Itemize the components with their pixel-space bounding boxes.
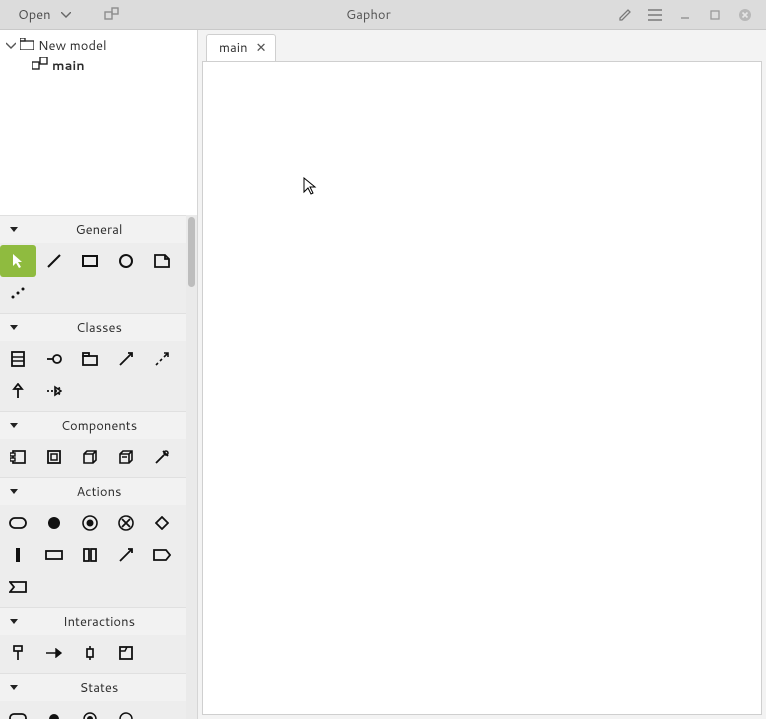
toolbox-section-components[interactable]: Components xyxy=(0,411,186,439)
section-label: General xyxy=(20,221,178,239)
section-label: States xyxy=(20,679,178,697)
expand-icon[interactable] xyxy=(6,37,16,55)
final-node-tool[interactable] xyxy=(72,507,108,539)
lifeline-tool[interactable] xyxy=(0,637,36,669)
diagram-icon xyxy=(32,57,48,76)
ellipse-tool[interactable] xyxy=(108,245,144,277)
package-tool[interactable] xyxy=(72,343,108,375)
generalization-tool[interactable] xyxy=(0,375,36,407)
section-label: Interactions xyxy=(20,613,178,631)
flow-final-tool[interactable] xyxy=(108,507,144,539)
box-tool[interactable] xyxy=(72,245,108,277)
state-tool[interactable] xyxy=(0,703,36,719)
header-bar: Open Gaphor xyxy=(0,0,766,30)
section-label: Classes xyxy=(20,319,178,337)
component-tool[interactable] xyxy=(0,441,36,473)
history-pseudostate-tool[interactable] xyxy=(108,703,144,719)
final-state-tool[interactable] xyxy=(72,703,108,719)
tab-label: main xyxy=(219,39,248,57)
toolbox-section-states[interactable]: States xyxy=(0,673,186,701)
dependency-tool[interactable] xyxy=(144,343,180,375)
object-node-tool[interactable] xyxy=(36,539,72,571)
toolbox-section-interactions[interactable]: Interactions xyxy=(0,607,186,635)
chevron-down-icon xyxy=(8,423,20,429)
toolbox-actions-tools xyxy=(0,505,186,607)
tree-root-label: New model xyxy=(38,37,107,55)
tab-main[interactable]: main ✕ xyxy=(206,34,276,61)
app-title: Gaphor xyxy=(127,6,610,24)
initial-node-tool[interactable] xyxy=(36,507,72,539)
minimize-button[interactable] xyxy=(670,3,700,27)
hamburger-menu-button[interactable] xyxy=(640,3,670,27)
chevron-down-icon xyxy=(8,325,20,331)
pointer-tool[interactable] xyxy=(0,245,36,277)
chevron-down-icon xyxy=(61,12,71,18)
chevron-down-icon xyxy=(8,227,20,233)
left-sidebar: New model main General xyxy=(0,30,198,719)
chevron-down-icon xyxy=(8,685,20,691)
interaction-tool[interactable] xyxy=(108,637,144,669)
chevron-down-icon xyxy=(8,489,20,495)
comment-tool[interactable] xyxy=(144,245,180,277)
toolbox-section-general[interactable]: General xyxy=(0,215,186,243)
decision-node-tool[interactable] xyxy=(144,507,180,539)
artifact-tool[interactable] xyxy=(36,441,72,473)
toolbox: General xyxy=(0,215,197,719)
class-tool[interactable] xyxy=(0,343,36,375)
comment-line-tool[interactable] xyxy=(0,277,36,309)
tree-root-row[interactable]: New model xyxy=(6,36,191,56)
scrollbar-thumb[interactable] xyxy=(188,217,195,287)
connector-tool[interactable] xyxy=(144,441,180,473)
association-tool[interactable] xyxy=(108,343,144,375)
toolbox-general-tools xyxy=(0,243,186,313)
toolbox-section-actions[interactable]: Actions xyxy=(0,477,186,505)
node-tool[interactable] xyxy=(72,441,108,473)
implementation-tool[interactable] xyxy=(36,375,72,407)
message-tool[interactable] xyxy=(36,637,72,669)
open-button[interactable]: Open xyxy=(10,3,79,27)
diagram-canvas[interactable] xyxy=(202,61,762,715)
device-tool[interactable] xyxy=(108,441,144,473)
toolbox-interactions-tools xyxy=(0,635,186,673)
tab-bar: main ✕ xyxy=(198,30,766,61)
toolbox-classes-tools xyxy=(0,341,186,411)
toolbox-states-tools xyxy=(0,701,186,719)
toolbox-components-tools xyxy=(0,439,186,477)
edit-button[interactable] xyxy=(610,3,640,27)
chevron-down-icon xyxy=(8,619,20,625)
maximize-button[interactable] xyxy=(700,3,730,27)
tree-child-label: main xyxy=(52,57,85,75)
close-window-button[interactable] xyxy=(730,3,760,27)
section-label: Actions xyxy=(20,483,178,501)
fork-node-tool[interactable] xyxy=(0,539,36,571)
model-tree: New model main xyxy=(0,30,197,215)
accept-event-tool[interactable] xyxy=(0,571,36,603)
initial-pseudostate-tool[interactable] xyxy=(36,703,72,719)
execution-spec-tool[interactable] xyxy=(72,637,108,669)
send-signal-tool[interactable] xyxy=(144,539,180,571)
toolbox-scrollbar[interactable] xyxy=(186,215,197,719)
open-button-label: Open xyxy=(18,6,51,24)
interface-tool[interactable] xyxy=(36,343,72,375)
tree-child-row[interactable]: main xyxy=(6,56,191,76)
toolbox-section-classes[interactable]: Classes xyxy=(0,313,186,341)
action-tool[interactable] xyxy=(0,507,36,539)
partition-tool[interactable] xyxy=(72,539,108,571)
close-icon[interactable]: ✕ xyxy=(256,39,267,57)
new-diagram-button[interactable] xyxy=(97,3,127,27)
cursor-icon xyxy=(303,177,317,201)
package-icon xyxy=(20,37,34,55)
flow-tool[interactable] xyxy=(108,539,144,571)
editor-pane: main ✕ xyxy=(198,30,766,719)
line-tool[interactable] xyxy=(36,245,72,277)
section-label: Components xyxy=(20,417,178,435)
